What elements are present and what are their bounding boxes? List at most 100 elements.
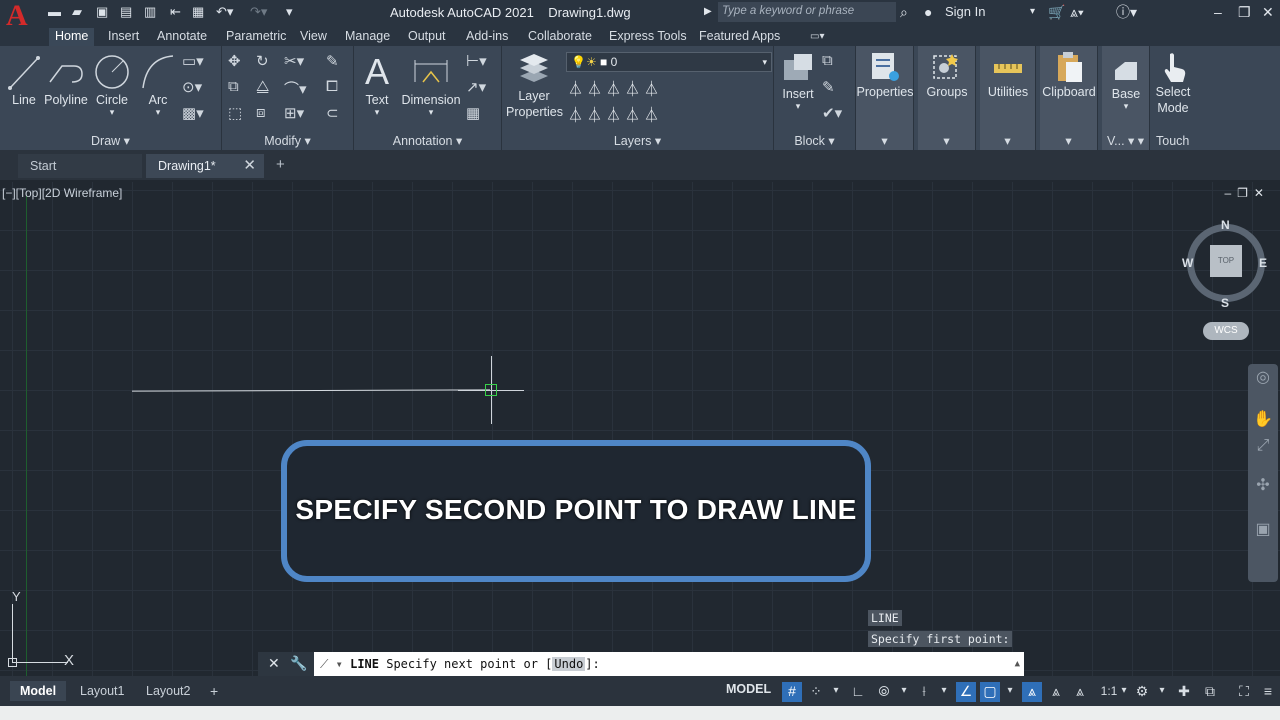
layer-dropdown[interactable]: 💡☀ ■ 0 ▾ [566,52,772,72]
properties-panel[interactable]: Properties ▾ [856,46,914,150]
tab-output[interactable]: Output [402,28,452,46]
block-panel-label[interactable]: Block ▾ [774,133,855,148]
modify-panel-label[interactable]: Modify ▾ [222,133,353,148]
object-snap-tracking-icon[interactable]: ∠ [956,682,976,702]
stretch-icon[interactable]: ⬚ [228,104,242,122]
dimension-button[interactable]: Dimension ▾ [398,52,464,117]
rotate-icon[interactable]: ↻ [256,52,269,70]
circle-button[interactable]: Circle ▾ [92,52,132,117]
tab-express-tools[interactable]: Express Tools [603,28,693,46]
fillet-icon[interactable]: ⌒▾ [284,78,307,99]
web-mobile-icon[interactable]: ▥ [144,4,156,20]
rectangle-icon[interactable]: ▭▾ [182,52,204,70]
search-expand-icon[interactable]: ▶ [704,3,712,21]
polar-dropdown-icon[interactable]: ▾ [894,682,914,702]
layer-tools-row1-icon[interactable]: ⏃⏃⏃⏃⏃ [568,78,663,99]
properties-button[interactable]: Properties [856,50,914,100]
steering-wheel-icon[interactable]: ◎ [1253,368,1273,388]
insert-block-button[interactable]: Insert ▾ [776,50,820,111]
ortho-icon[interactable]: ∟ [848,682,868,702]
draw-panel-label[interactable]: Draw ▾ [0,133,221,148]
sign-in-link[interactable]: Sign In [945,3,985,21]
explode-icon[interactable]: ⧠ [326,78,338,95]
showmotion-icon[interactable]: ▣ [1253,520,1273,540]
sign-in-dropdown-icon[interactable]: ▾ [1030,3,1035,21]
recent-commands-icon[interactable]: ⟋ ▾ [320,657,343,671]
search-icon[interactable]: ⌕ [900,3,908,21]
new-tab-plus-icon[interactable]: + [276,156,285,173]
utilities-button[interactable]: Utilities [980,50,1036,100]
compass-north[interactable]: N [1221,218,1230,232]
customization-menu-icon[interactable]: ≡ [1258,682,1278,702]
wcs-menu[interactable]: WCS [1203,322,1249,340]
mirror-icon[interactable]: ⧋ [256,78,269,95]
create-block-icon[interactable]: ⧉ [822,52,833,69]
user-icon[interactable]: ● [924,3,932,21]
viewport-controls-label[interactable]: [−][Top][2D Wireframe] [2,186,122,200]
view-panel-label[interactable]: V... ▾ ▾ [1102,133,1149,148]
new-file-icon[interactable]: ▬ [48,4,61,20]
erase-icon[interactable]: ✎ [326,52,339,70]
workspace-gear-icon[interactable]: ⚙ [1132,682,1152,702]
linear-dim-icon[interactable]: ⊢▾ [466,52,487,70]
close-command-line-icon[interactable]: ✕ [268,655,280,672]
layout-tab-model[interactable]: Model [10,681,67,701]
auto-scale-icon[interactable]: ⩓ [1046,682,1066,702]
trim-icon[interactable]: ✂▾ [284,52,304,70]
zoom-extents-icon[interactable]: ⤢ [1253,436,1273,456]
tab-annotate[interactable]: Annotate [151,28,213,46]
compass-south[interactable]: S [1221,296,1229,310]
save-as-icon[interactable]: ▤ [120,4,132,20]
scale-icon[interactable]: ⧈ [256,104,266,121]
restore-icon[interactable]: ❐ [1238,3,1251,21]
snap-icon[interactable]: ⁘ [806,682,826,702]
pan-hand-icon[interactable]: ✋ [1253,410,1273,430]
move-icon[interactable]: ✥ [228,52,241,70]
autodesk-app-icon[interactable]: ⩓▾ [1070,3,1084,21]
tab-home[interactable]: Home [49,28,95,46]
help-icon[interactable]: ⓘ▾ [1116,3,1137,21]
utilities-panel[interactable]: Utilities ▾ [980,46,1036,150]
layer-tools-row2-icon[interactable]: ⏃⏃⏃⏃⏃ [568,104,663,125]
add-layout-plus-icon[interactable]: + [200,681,228,701]
isodraft-dropdown-icon[interactable]: ▾ [934,682,954,702]
groups-panel[interactable]: Groups ▾ [918,46,976,150]
ellipse-icon[interactable]: ⊙▾ [182,78,202,96]
ribbon-minimize-icon[interactable]: ▭▾ [804,28,830,46]
compass-east[interactable]: E [1259,256,1267,270]
annotation-visibility-icon[interactable]: ⩓ [1022,682,1042,702]
annotation-scale-icon[interactable]: ⩓ [1070,682,1090,702]
customize-wrench-icon[interactable]: 🔧 [290,655,307,672]
tab-parametric[interactable]: Parametric [220,28,292,46]
polyline-button[interactable]: Polyline [44,52,88,108]
tab-add-ins[interactable]: Add-ins [460,28,514,46]
polar-tracking-icon[interactable]: ⦾ [874,682,894,702]
annotation-monitor-icon[interactable]: ✚ [1174,682,1194,702]
command-line-input[interactable]: ⟋ ▾ LINE Specify next point or [Undo]: ▲ [314,652,1024,676]
save-icon[interactable]: ▣ [96,4,108,20]
close-tab-icon[interactable]: ✕ [243,154,256,178]
edit-block-icon[interactable]: ✎ [822,78,835,96]
object-snap-dropdown-icon[interactable]: ▾ [1000,682,1020,702]
array-icon[interactable]: ⊞▾ [284,104,304,122]
redo-icon[interactable]: ↷▾ [250,4,267,20]
clipboard-panel[interactable]: Clipboard ▾ [1040,46,1098,150]
offset-icon[interactable]: ⊂ [326,104,339,122]
isolate-objects-icon[interactable]: ⧉ [1200,682,1220,702]
model-space-toggle[interactable]: MODEL [726,682,771,696]
plot-icon[interactable]: ▦ [192,4,204,20]
orbit-icon[interactable]: ✣ [1253,476,1273,496]
tab-view[interactable]: View [294,28,333,46]
line-button[interactable]: Line [6,52,42,108]
viewcube-top-face[interactable]: TOP [1210,245,1242,277]
select-mode-button[interactable]: Select Mode [1150,50,1196,116]
drawing-canvas[interactable]: [−][Top][2D Wireframe] –❐✕ TOP N S E W W… [0,182,1280,676]
viewcube[interactable]: TOP N S E W [1182,212,1269,312]
copy-icon[interactable]: ⧉ [228,78,239,95]
leader-icon[interactable]: ↗▾ [466,78,486,96]
annotation-panel-label[interactable]: Annotation ▾ [354,133,501,148]
open-web-icon[interactable]: ⇤ [170,4,181,20]
file-tab-start[interactable]: Start [18,154,142,178]
table-icon[interactable]: ▦ [466,104,480,122]
grid-icon[interactable]: # [782,682,802,702]
